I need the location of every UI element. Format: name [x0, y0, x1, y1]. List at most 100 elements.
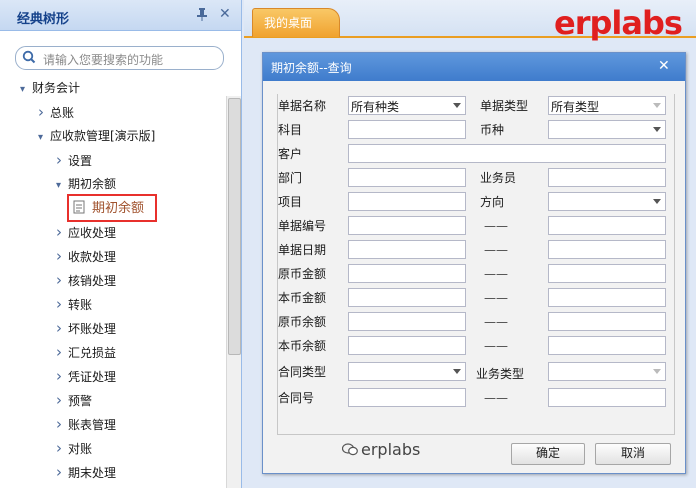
- customer-input[interactable]: [348, 144, 666, 163]
- chevron-right-icon[interactable]: ›: [56, 318, 68, 338]
- tree-item[interactable]: › 账表管理: [56, 414, 116, 434]
- chevron-down-icon: [653, 127, 661, 132]
- tree-item[interactable]: ▾ 财务会计: [20, 78, 80, 98]
- tab-my-desktop[interactable]: 我的桌面: [252, 8, 340, 37]
- tree-item[interactable]: › 凭证处理: [56, 366, 116, 386]
- doc-type-select[interactable]: 所有类型: [548, 96, 666, 115]
- tree-item[interactable]: › 预警: [56, 390, 92, 410]
- salesperson-input[interactable]: [548, 168, 666, 187]
- department-input[interactable]: [348, 168, 466, 187]
- tree-item[interactable]: › 设置: [56, 150, 92, 170]
- chevron-down-icon[interactable]: ▾: [56, 176, 68, 196]
- doc-date-from-input[interactable]: [348, 240, 466, 259]
- local-amount-from-input[interactable]: [348, 288, 466, 307]
- tree-item[interactable]: › 核销处理: [56, 270, 116, 290]
- tree-item[interactable]: ▾ 期初余额: [56, 174, 116, 194]
- tree-item-label: 凭证处理: [68, 370, 117, 384]
- workspace: 我的桌面 erplabs 期初余额--查询 ✕ 单据名称 所有种类 单据类型 所…: [244, 0, 696, 488]
- contract-type-select[interactable]: [348, 362, 466, 381]
- label-local-amount: 本币金额: [278, 291, 327, 305]
- label-customer: 客户: [278, 147, 303, 161]
- local-amount-to-input[interactable]: [548, 288, 666, 307]
- scrollbar-thumb[interactable]: [228, 98, 241, 355]
- chevron-down-icon: [453, 103, 461, 108]
- dialog-title: 期初余额--查询: [271, 61, 352, 75]
- tree-item-label: 期末处理: [68, 466, 117, 480]
- contract-no-from-input[interactable]: [348, 388, 466, 407]
- tree-item-label: 核销处理: [68, 274, 117, 288]
- tree-scrollbar[interactable]: [226, 96, 241, 488]
- dialog-header: 期初余额--查询 ✕: [263, 53, 685, 81]
- orig-balance-to-input[interactable]: [548, 312, 666, 331]
- chevron-right-icon[interactable]: ›: [56, 270, 68, 290]
- left-panel: 经典树形 ✕ 请输入您要搜索的功能 ▾ 财务会计 › 总账 ▾ 应收款管理[演示版] › 设置…: [0, 0, 242, 488]
- close-icon[interactable]: ✕: [658, 58, 670, 74]
- tree-item[interactable]: › 对账: [56, 438, 92, 458]
- chevron-right-icon[interactable]: ›: [56, 390, 68, 410]
- chevron-right-icon[interactable]: ›: [56, 342, 68, 362]
- project-input[interactable]: [348, 192, 466, 211]
- range-dash: ——: [484, 267, 508, 281]
- doc-date-to-input[interactable]: [548, 240, 666, 259]
- range-dash: ——: [484, 219, 508, 233]
- label-orig-amount: 原币金额: [278, 267, 327, 281]
- chevron-down-icon: [453, 369, 461, 374]
- tree-item[interactable]: › 收款处理: [56, 246, 116, 266]
- orig-balance-from-input[interactable]: [348, 312, 466, 331]
- chevron-down-icon[interactable]: ▾: [38, 128, 50, 148]
- local-balance-to-input[interactable]: [548, 336, 666, 355]
- doc-name-select[interactable]: 所有种类: [348, 96, 466, 115]
- dialog-body: 单据名称 所有种类 单据类型 所有类型 科目 币种 客户 部门 业务员 项目 方…: [263, 81, 685, 473]
- chevron-right-icon[interactable]: ›: [56, 150, 68, 170]
- tree-item-label: 期初余额: [68, 177, 117, 191]
- orig-amount-from-input[interactable]: [348, 264, 466, 283]
- doc-name-value: 所有种类: [351, 100, 400, 114]
- chevron-right-icon[interactable]: ›: [56, 462, 68, 482]
- left-panel-header: 经典树形 ✕: [0, 0, 241, 31]
- tree-item[interactable]: › 期末处理: [56, 462, 116, 482]
- chevron-right-icon[interactable]: ›: [56, 366, 68, 386]
- label-orig-balance: 原币余额: [278, 315, 327, 329]
- function-tree: ▾ 财务会计 › 总账 ▾ 应收款管理[演示版] › 设置 ▾ 期初余额 期初余额 › 应收处理 › 收款处…: [0, 76, 226, 488]
- tree-item-label: 对账: [68, 442, 93, 456]
- tree-item[interactable]: ▾ 应收款管理[演示版]: [38, 126, 155, 146]
- local-balance-from-input[interactable]: [348, 336, 466, 355]
- label-contract-type: 合同类型: [278, 365, 327, 379]
- search-placeholder: 请输入您要搜索的功能: [43, 53, 164, 67]
- tree-item[interactable]: › 汇兑损益: [56, 342, 116, 362]
- tree-item[interactable]: › 转账: [56, 294, 92, 314]
- tree-item-label: 预警: [68, 394, 93, 408]
- tree-item[interactable]: › 总账: [38, 102, 74, 122]
- chevron-down-icon[interactable]: ▾: [20, 80, 32, 100]
- doc-no-to-input[interactable]: [548, 216, 666, 235]
- chevron-right-icon[interactable]: ›: [56, 294, 68, 314]
- label-local-balance: 本币余额: [278, 339, 327, 353]
- chevron-right-icon[interactable]: ›: [38, 102, 50, 122]
- selection-highlight: [67, 194, 157, 222]
- search-input[interactable]: 请输入您要搜索的功能: [15, 46, 224, 70]
- cancel-button[interactable]: 取消: [595, 443, 671, 465]
- form-divider: [277, 434, 673, 435]
- chevron-right-icon[interactable]: ›: [56, 438, 68, 458]
- tree-item[interactable]: › 应收处理: [56, 222, 116, 242]
- range-dash: ——: [484, 315, 508, 329]
- ok-button[interactable]: 确定: [511, 443, 585, 465]
- currency-select[interactable]: [548, 120, 666, 139]
- orig-amount-to-input[interactable]: [548, 264, 666, 283]
- direction-select[interactable]: [548, 192, 666, 211]
- tree-item-label: 财务会计: [32, 81, 81, 95]
- chevron-down-icon: [653, 199, 661, 204]
- tree-item[interactable]: › 坏账处理: [56, 318, 116, 338]
- close-icon[interactable]: ✕: [219, 6, 231, 22]
- pin-icon[interactable]: [196, 8, 208, 21]
- panel-title: 经典树形: [17, 12, 70, 27]
- business-type-select[interactable]: [548, 362, 666, 381]
- contract-no-to-input[interactable]: [548, 388, 666, 407]
- subject-input[interactable]: [348, 120, 466, 139]
- tree-item-label: 转账: [68, 298, 93, 312]
- chevron-right-icon[interactable]: ›: [56, 246, 68, 266]
- chevron-right-icon[interactable]: ›: [56, 414, 68, 434]
- doc-no-from-input[interactable]: [348, 216, 466, 235]
- chevron-right-icon[interactable]: ›: [56, 222, 68, 242]
- tree-item-label: 应收款管理[演示版]: [50, 129, 156, 143]
